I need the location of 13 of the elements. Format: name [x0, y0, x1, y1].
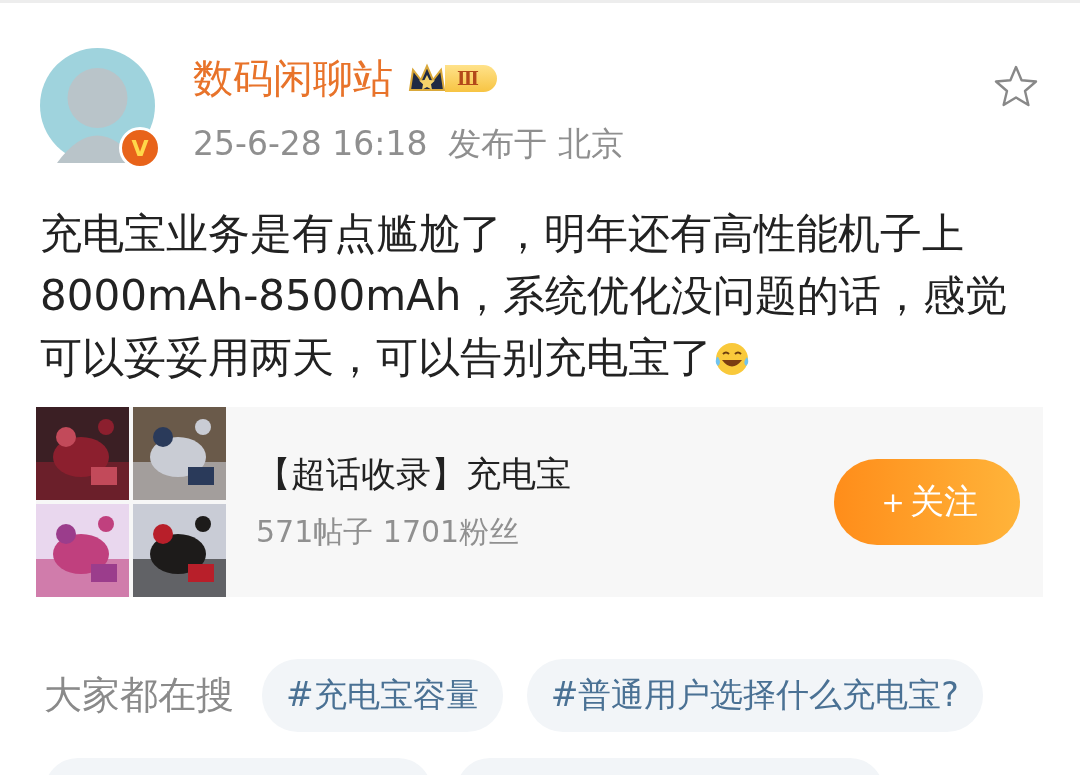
level-badge: Ⅲ [445, 64, 497, 92]
topic-title: 【超话收录】充电宝 [256, 453, 572, 496]
topic-card[interactable]: 【超话收录】充电宝 571帖子 1701粉丝 ＋关注 [36, 407, 1043, 597]
laughing-emoji-icon [714, 341, 750, 377]
user-name[interactable]: 数码闲聊站 [193, 50, 393, 106]
hashtag-chip[interactable]: #普通用户选择什么充电宝? [526, 659, 983, 732]
verified-badge: V [119, 127, 161, 169]
hashtag-chip[interactable]: #充电宝容量 [262, 659, 503, 732]
search-label: 大家都在搜 [44, 672, 234, 719]
post-text: 充电宝业务是有点尴尬了，明年还有高性能机子上8000mAh-8500mAh，系统优化没问题的话，感觉可以妥妥用两天，可以告别充电宝了 [40, 208, 1009, 384]
crown-icon [408, 63, 446, 91]
topic-stats: 571帖子 1701粉丝 [256, 513, 521, 551]
post-time: 25-6-28 16:18 发布于 北京 [193, 123, 625, 165]
